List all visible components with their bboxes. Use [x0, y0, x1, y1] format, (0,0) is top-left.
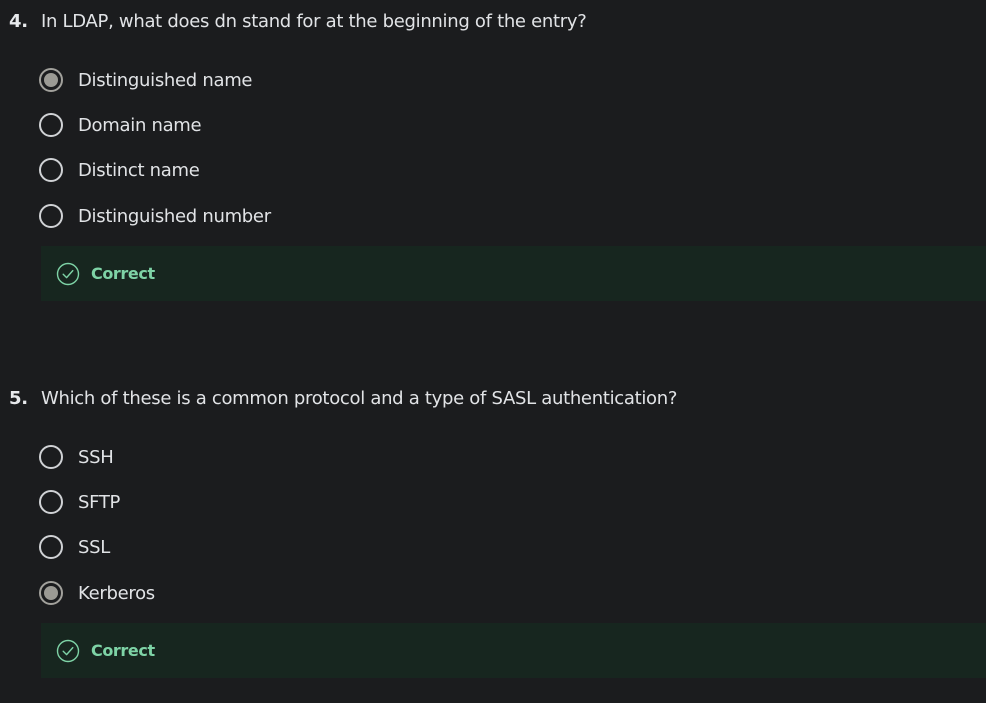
feedback-correct: Correct — [41, 623, 986, 678]
option-distinct-name[interactable]: Distinct name — [39, 157, 200, 183]
question-text: In LDAP, what does dn stand for at the b… — [41, 10, 587, 32]
radio-unselected-icon[interactable] — [39, 535, 63, 559]
question-number: 4. — [9, 10, 28, 32]
option-kerberos[interactable]: Kerberos — [39, 580, 155, 606]
check-circle-icon — [56, 639, 80, 663]
radio-unselected-icon[interactable] — [39, 445, 63, 469]
option-domain-name[interactable]: Domain name — [39, 112, 202, 138]
option-label: Distinguished number — [78, 205, 271, 227]
radio-unselected-icon[interactable] — [39, 490, 63, 514]
question-header: 4. In LDAP, what does dn stand for at th… — [9, 10, 587, 32]
feedback-label: Correct — [91, 264, 155, 283]
radio-selected-icon[interactable] — [39, 581, 63, 605]
option-label: Domain name — [78, 114, 202, 136]
feedback-correct: Correct — [41, 246, 986, 301]
feedback-label: Correct — [91, 641, 155, 660]
quiz-page: 4. In LDAP, what does dn stand for at th… — [0, 0, 986, 703]
question-number: 5. — [9, 387, 28, 409]
question-text: Which of these is a common protocol and … — [41, 387, 678, 409]
check-circle-icon — [56, 262, 80, 286]
option-label: Distinguished name — [78, 69, 253, 91]
option-label: Kerberos — [78, 582, 155, 604]
option-label: SSL — [78, 536, 110, 558]
option-sftp[interactable]: SFTP — [39, 489, 120, 515]
option-distinguished-number[interactable]: Distinguished number — [39, 203, 271, 229]
question-header: 5. Which of these is a common protocol a… — [9, 387, 677, 409]
radio-unselected-icon[interactable] — [39, 204, 63, 228]
radio-selected-icon[interactable] — [39, 68, 63, 92]
radio-unselected-icon[interactable] — [39, 113, 63, 137]
radio-unselected-icon[interactable] — [39, 158, 63, 182]
option-label: SFTP — [78, 491, 121, 513]
option-label: SSH — [78, 446, 114, 468]
option-label: Distinct name — [78, 159, 200, 181]
option-distinguished-name[interactable]: Distinguished name — [39, 67, 253, 93]
option-ssh[interactable]: SSH — [39, 444, 114, 470]
option-ssl[interactable]: SSL — [39, 534, 110, 560]
